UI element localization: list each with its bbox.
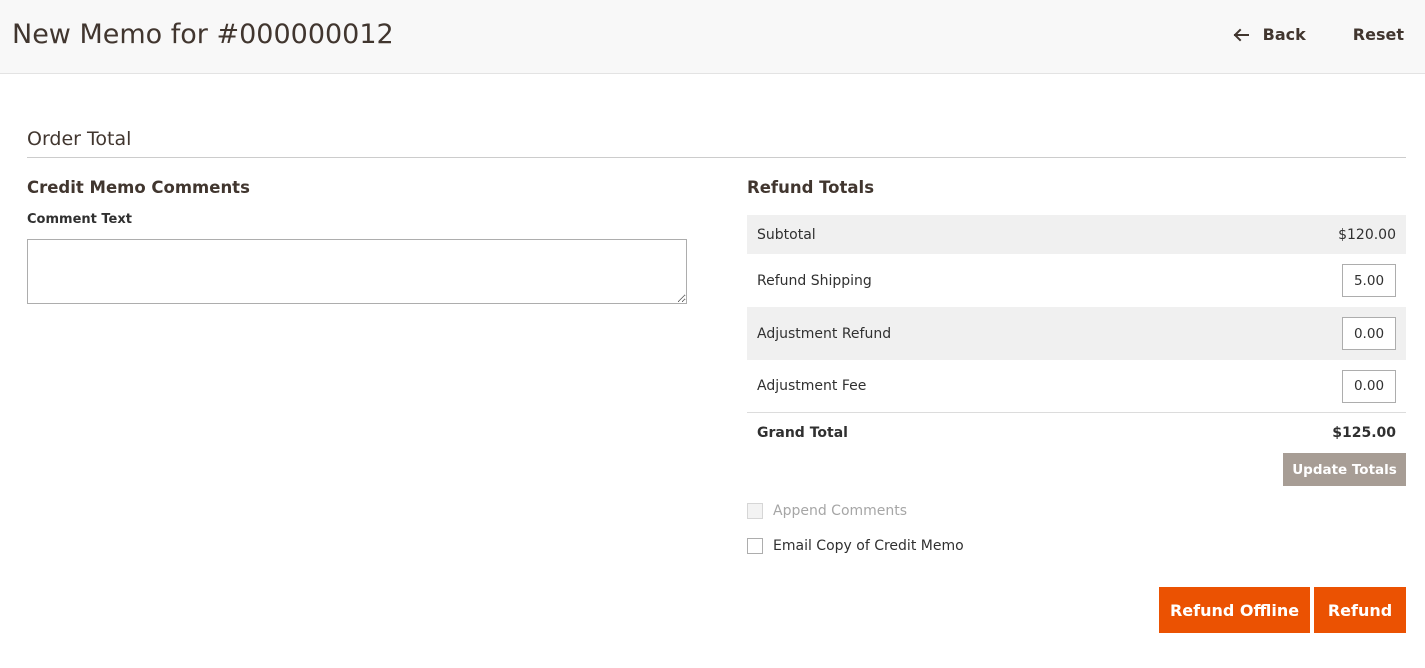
append-comments-option: Append Comments — [747, 503, 907, 519]
email-copy-label[interactable]: Email Copy of Credit Memo — [773, 538, 964, 554]
page-header: New Memo for #000000012 Back Reset — [0, 0, 1425, 74]
comment-text-label: Comment Text — [27, 212, 132, 227]
refund-offline-button[interactable]: Refund Offline — [1159, 587, 1310, 633]
refund-shipping-input[interactable] — [1342, 264, 1396, 297]
arrow-left-icon — [1233, 27, 1249, 43]
back-label: Back — [1262, 25, 1306, 44]
comments-title: Credit Memo Comments — [27, 178, 250, 197]
grand-total-row: Grand Total $125.00 — [747, 413, 1406, 453]
subtotal-value: $120.00 — [1338, 226, 1396, 243]
update-totals-button[interactable]: Update Totals — [1283, 453, 1406, 486]
adjustment-fee-label: Adjustment Fee — [757, 378, 867, 394]
adjustment-refund-input[interactable] — [1342, 317, 1396, 350]
header-actions: Back Reset — [1233, 23, 1404, 47]
subtotal-label: Subtotal — [757, 226, 816, 243]
reset-button[interactable]: Reset — [1353, 23, 1404, 47]
adjustment-refund-row: Adjustment Refund — [747, 307, 1406, 360]
refund-totals-title: Refund Totals — [747, 178, 875, 197]
totals-table: Subtotal $120.00 Refund Shipping Adjustm… — [747, 215, 1406, 453]
credit-memo-comments: Credit Memo Comments Comment Text — [27, 174, 687, 304]
subtotal-row: Subtotal $120.00 — [747, 215, 1406, 254]
refund-totals: Refund Totals Subtotal $120.00 Refund Sh… — [747, 174, 1406, 633]
append-comments-checkbox[interactable] — [747, 503, 763, 519]
page-title: New Memo for #000000012 — [12, 19, 394, 50]
email-copy-option: Email Copy of Credit Memo — [747, 538, 964, 554]
grand-total-value: $125.00 — [1332, 425, 1396, 441]
refund-actions: Refund Offline Refund — [1159, 587, 1406, 633]
append-comments-label: Append Comments — [773, 503, 908, 519]
adjustment-fee-row: Adjustment Fee — [747, 360, 1406, 413]
adjustment-refund-label: Adjustment Refund — [757, 325, 892, 342]
adjustment-fee-input[interactable] — [1342, 369, 1396, 403]
refund-button[interactable]: Refund — [1314, 587, 1406, 633]
refund-shipping-label: Refund Shipping — [757, 272, 872, 289]
comment-textarea[interactable] — [27, 239, 687, 304]
section-title-label: Order Total — [27, 128, 132, 150]
section-title: Order Total — [27, 124, 1406, 158]
grand-total-label: Grand Total — [757, 425, 848, 441]
back-button[interactable]: Back — [1233, 23, 1306, 47]
email-copy-checkbox[interactable] — [747, 538, 763, 554]
refund-shipping-row: Refund Shipping — [747, 254, 1406, 307]
